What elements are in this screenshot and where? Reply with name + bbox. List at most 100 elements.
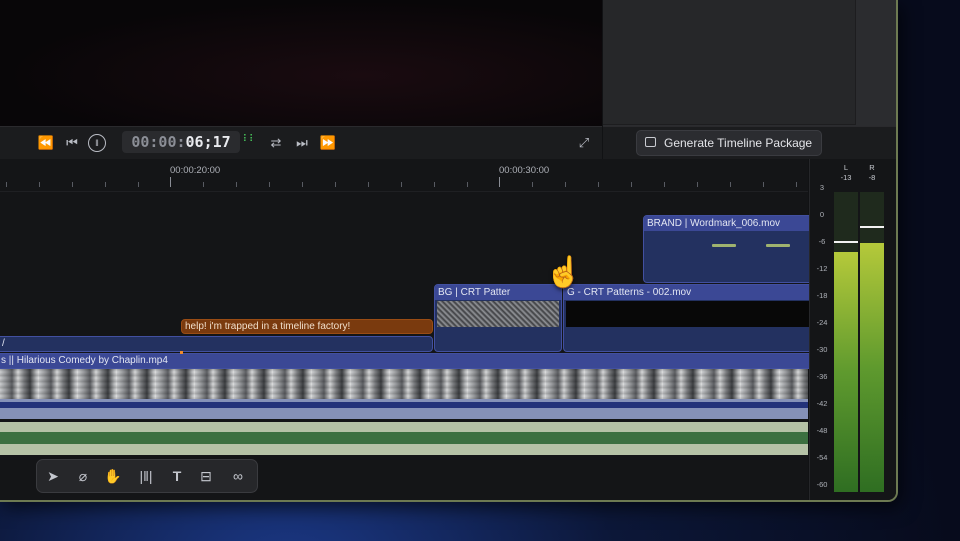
ruler-tick-major bbox=[499, 177, 500, 187]
marker[interactable] bbox=[180, 351, 183, 354]
ruler-tick bbox=[72, 182, 73, 187]
video-filmstrip bbox=[0, 369, 808, 399]
crt-thumbnail bbox=[437, 301, 559, 327]
clip-title: G - CRT Patterns - 002.mov bbox=[567, 287, 692, 298]
ruler-tick bbox=[434, 182, 435, 187]
audio-track-video[interactable] bbox=[0, 399, 808, 419]
audio-track-music[interactable] bbox=[0, 422, 808, 455]
ruler-tick bbox=[598, 182, 599, 187]
clip-title: / bbox=[2, 338, 5, 349]
pause-icon[interactable]: ‖ bbox=[88, 134, 106, 152]
rewind-icon[interactable]: ⏪ bbox=[36, 133, 56, 153]
editor-window: ⏪ ⏮ ‖ 00:00:06;17 ⠇⠇ ⇄ ⏭ ⏩ ⤢ Generate Ti… bbox=[0, 0, 898, 502]
audio-waveform bbox=[0, 432, 808, 444]
ruler-tick bbox=[796, 182, 797, 187]
timecode-dim: 00:00: bbox=[131, 133, 186, 151]
fullscreen-icon[interactable]: ⤢ bbox=[574, 133, 594, 153]
meter-right-value: -8 bbox=[868, 173, 876, 182]
clip-bg-crt-a[interactable]: BG | CRT Patter bbox=[434, 284, 562, 352]
ruler-label-20s: 00:00:20:00 bbox=[170, 165, 221, 176]
time-ruler[interactable]: 00:00:20:00 00:00:30:00 bbox=[0, 159, 808, 192]
ruler-tick bbox=[664, 182, 665, 187]
ruler-tick bbox=[697, 182, 698, 187]
hand-pointer-cursor-icon: ☝ bbox=[545, 256, 583, 289]
meter-scale-label: -60 bbox=[816, 480, 828, 489]
link-tool-icon[interactable]: ∞ bbox=[228, 466, 248, 486]
ruler-tick bbox=[138, 182, 139, 187]
ruler-tick-major bbox=[170, 177, 171, 187]
loop-icon[interactable]: ⇄ bbox=[266, 133, 286, 153]
meter-scale-label: -36 bbox=[816, 372, 828, 381]
meter-scale-label: -12 bbox=[816, 264, 828, 273]
fast-forward-icon[interactable]: ⏩ bbox=[318, 133, 338, 153]
ruler-tick bbox=[763, 182, 764, 187]
ruler-label-30s: 00:00:30:00 bbox=[499, 165, 550, 176]
timecode-display[interactable]: 00:00:06;17 bbox=[122, 131, 240, 153]
next-icon[interactable]: ⏭ bbox=[292, 133, 312, 153]
ruler-tick bbox=[401, 182, 402, 187]
meter-left-value: -13 bbox=[840, 173, 852, 182]
ruler-tick bbox=[39, 182, 40, 187]
meter-scale-label: -30 bbox=[816, 345, 828, 354]
meter-right-peak bbox=[860, 226, 884, 228]
audio-meters: L R -13 -8 3 0 -6 -12 -18 -24 -30 -36 -42 -48 -54 -… bbox=[809, 159, 896, 500]
hand-tool-icon[interactable]: ✋ bbox=[103, 466, 123, 486]
clip-main-video[interactable]: s || Hilarious Comedy by Chaplin.mp4 bbox=[0, 353, 812, 369]
meter-left-label: L bbox=[843, 163, 849, 172]
blade-tool-icon[interactable]: ⌀ bbox=[73, 466, 93, 486]
clip-title-text[interactable]: help! i'm trapped in a timeline factory! bbox=[181, 319, 433, 334]
clip-title: BG | CRT Patter bbox=[438, 287, 511, 298]
drag-handle-icon[interactable]: ⠇⠇ bbox=[242, 135, 257, 156]
audio-waveform bbox=[0, 402, 808, 408]
crt-thumbnail bbox=[566, 301, 810, 327]
ruler-tick bbox=[6, 182, 7, 187]
meter-scale-label: -24 bbox=[816, 318, 828, 327]
meter-left-fill bbox=[834, 252, 858, 492]
ruler-tick bbox=[368, 182, 369, 187]
clip-brand-wordmark[interactable]: BRAND | Wordmark_006.mov bbox=[643, 215, 813, 283]
generate-timeline-package-button[interactable]: Generate Timeline Package bbox=[636, 130, 822, 156]
trim-tool-icon[interactable]: |‖| bbox=[136, 466, 156, 486]
clip-title: s || Hilarious Comedy by Chaplin.mp4 bbox=[1, 355, 168, 366]
ruler-tick bbox=[105, 182, 106, 187]
ruler-tick bbox=[335, 182, 336, 187]
ruler-tick bbox=[730, 182, 731, 187]
meter-left-peak bbox=[834, 241, 858, 243]
select-tool-icon[interactable]: ➤ bbox=[43, 466, 63, 486]
text-tool-icon[interactable]: T bbox=[167, 466, 187, 486]
meter-scale-label: -48 bbox=[816, 426, 828, 435]
meter-left-bar bbox=[834, 192, 858, 492]
clip-bg-crt-b[interactable]: G - CRT Patterns - 002.mov bbox=[563, 284, 813, 352]
ruler-tick bbox=[269, 182, 270, 187]
inspector-content bbox=[603, 0, 856, 125]
tool-palette: ➤ ⌀ ✋ |‖| T ⊟ ∞ bbox=[36, 459, 258, 493]
ruler-tick bbox=[565, 182, 566, 187]
ruler-tick bbox=[467, 182, 468, 187]
meter-scale-label: -6 bbox=[818, 237, 826, 246]
timecode-bright: 06;17 bbox=[185, 133, 231, 151]
meter-right-fill bbox=[860, 243, 884, 492]
meter-scale-label: 3 bbox=[819, 183, 825, 192]
clip-left-slice[interactable]: / bbox=[0, 336, 433, 352]
generate-label: Generate Timeline Package bbox=[664, 136, 813, 150]
meter-right-label: R bbox=[869, 163, 875, 172]
meter-scale-label: 0 bbox=[819, 210, 825, 219]
ruler-tick bbox=[302, 182, 303, 187]
ruler-tick bbox=[631, 182, 632, 187]
wordmark-thumb bbox=[712, 244, 736, 247]
meter-scale-label: -42 bbox=[816, 399, 828, 408]
meter-scale-label: -54 bbox=[816, 453, 828, 462]
video-viewer[interactable] bbox=[0, 0, 602, 126]
ruler-tick bbox=[203, 182, 204, 187]
clip-title: BRAND | Wordmark_006.mov bbox=[647, 218, 781, 229]
package-icon bbox=[645, 137, 656, 147]
ruler-tick bbox=[532, 182, 533, 187]
caption-tool-icon[interactable]: ⊟ bbox=[196, 466, 216, 486]
ruler-tick bbox=[236, 182, 237, 187]
previous-icon[interactable]: ⏮ bbox=[62, 133, 82, 153]
transport-bar: ⏪ ⏮ ‖ 00:00:06;17 ⠇⠇ ⇄ ⏭ ⏩ ⤢ bbox=[0, 126, 602, 159]
meter-right-bar bbox=[860, 192, 884, 492]
clip-title: help! i'm trapped in a timeline factory! bbox=[185, 321, 351, 332]
inspector-footer: Generate Timeline Package bbox=[603, 126, 896, 159]
meter-scale-label: -18 bbox=[816, 291, 828, 300]
